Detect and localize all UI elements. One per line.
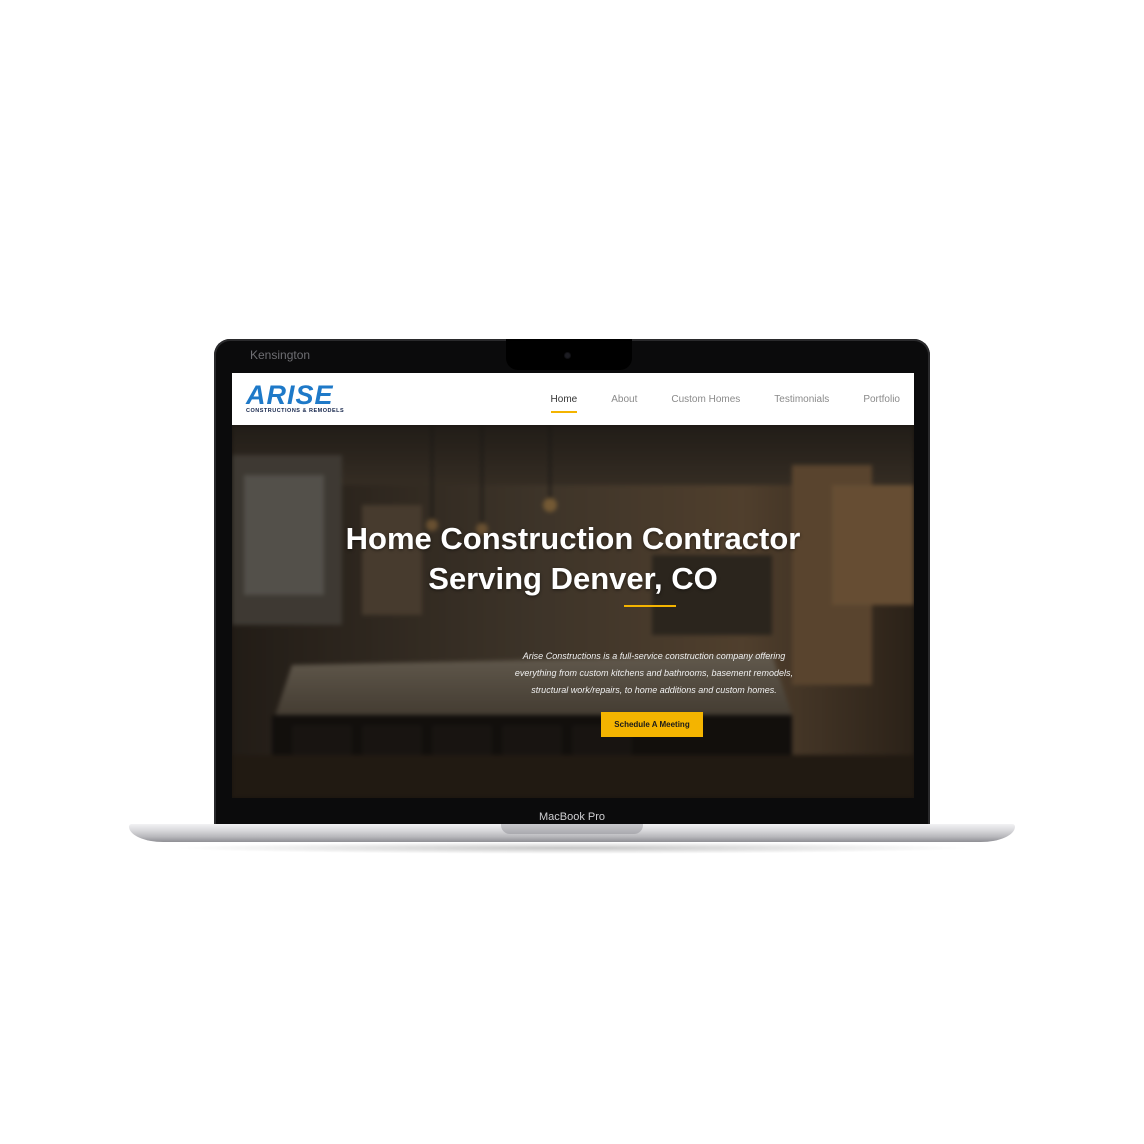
logo-tagline: CONSTRUCTIONS & REMODELS [246,408,345,414]
hero-description-line2: everything from custom kitchens and bath… [514,668,794,678]
nav-item-custom-homes[interactable]: Custom Homes [671,394,740,405]
camera-notch [506,339,632,370]
laptop-model-label: MacBook Pro [538,811,606,823]
site-header: ARISE CONSTRUCTIONS & REMODELS Home Abou… [232,373,914,425]
hero-section: Home Construction Contractor Serving Den… [232,425,914,798]
hero-description-line1: Arise Constructions is a full-service co… [522,651,786,661]
logo-wordmark: ARISE [246,380,334,410]
main-nav: Home About Custom Homes Testimonials Por… [550,373,914,425]
hero-dim-overlay [232,425,914,798]
nav-item-about[interactable]: About [611,394,637,405]
hero-description-line3: structural work/repairs, to home additio… [531,685,777,695]
laptop-lid-lip [501,824,643,834]
laptop-shadow [170,842,974,854]
nav-item-portfolio[interactable]: Portfolio [863,394,900,405]
site-logo[interactable]: ARISE CONSTRUCTIONS & REMODELS [246,381,366,417]
schedule-meeting-button[interactable]: Schedule A Meeting [601,712,703,737]
lid-brand-label: Kensington [250,348,311,362]
camera-icon [565,353,570,358]
hero-description: Arise Constructions is a full-service co… [484,648,824,699]
nav-item-testimonials[interactable]: Testimonials [774,394,829,405]
nav-item-home[interactable]: Home [550,394,577,413]
hero-title-line1: Home Construction Contractor [345,521,801,556]
hero-title-line2: Serving Denver, CO [428,561,718,596]
laptop-screen: ARISE CONSTRUCTIONS & REMODELS Home Abou… [232,373,914,798]
hero-divider [624,605,676,607]
hero-title: Home Construction Contractor Serving Den… [232,519,914,599]
